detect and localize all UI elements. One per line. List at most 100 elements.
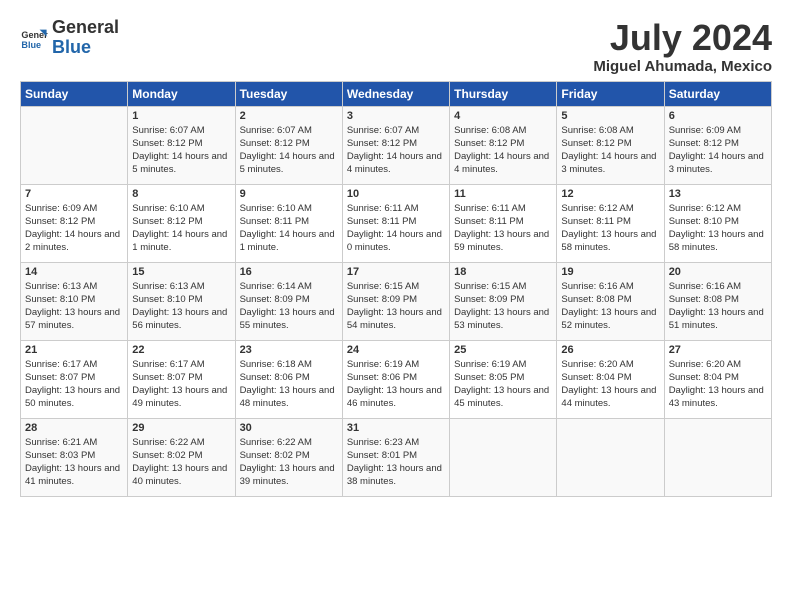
sunset: Sunset: 8:12 PM: [240, 137, 338, 150]
sunset: Sunset: 8:09 PM: [240, 293, 338, 306]
calendar-cell-0-5: 5 Sunrise: 6:08 AM Sunset: 8:12 PM Dayli…: [557, 106, 664, 184]
daylight: Daylight: 13 hours and 45 minutes.: [454, 384, 552, 411]
sunrise: Sunrise: 6:17 AM: [25, 358, 123, 371]
day-info: Sunrise: 6:22 AM Sunset: 8:02 PM Dayligh…: [132, 436, 230, 489]
daylight: Daylight: 13 hours and 40 minutes.: [132, 462, 230, 489]
day-number: 24: [347, 344, 445, 356]
daylight: Daylight: 14 hours and 1 minute.: [132, 228, 230, 255]
day-number: 15: [132, 266, 230, 278]
calendar-cell-4-0: 28 Sunrise: 6:21 AM Sunset: 8:03 PM Dayl…: [21, 418, 128, 496]
day-number: 21: [25, 344, 123, 356]
day-number: 10: [347, 188, 445, 200]
sunset: Sunset: 8:08 PM: [669, 293, 767, 306]
day-info: Sunrise: 6:09 AM Sunset: 8:12 PM Dayligh…: [669, 124, 767, 177]
sunrise: Sunrise: 6:16 AM: [561, 280, 659, 293]
day-number: 7: [25, 188, 123, 200]
location-title: Miguel Ahumada, Mexico: [593, 58, 772, 75]
calendar-cell-1-2: 9 Sunrise: 6:10 AM Sunset: 8:11 PM Dayli…: [235, 184, 342, 262]
daylight: Daylight: 13 hours and 48 minutes.: [240, 384, 338, 411]
header-thursday: Thursday: [450, 81, 557, 106]
sunset: Sunset: 8:08 PM: [561, 293, 659, 306]
day-info: Sunrise: 6:18 AM Sunset: 8:06 PM Dayligh…: [240, 358, 338, 411]
sunset: Sunset: 8:12 PM: [669, 137, 767, 150]
sunset: Sunset: 8:09 PM: [347, 293, 445, 306]
day-info: Sunrise: 6:07 AM Sunset: 8:12 PM Dayligh…: [347, 124, 445, 177]
day-number: 27: [669, 344, 767, 356]
calendar-cell-3-1: 22 Sunrise: 6:17 AM Sunset: 8:07 PM Dayl…: [128, 340, 235, 418]
sunrise: Sunrise: 6:08 AM: [454, 124, 552, 137]
day-number: 4: [454, 110, 552, 122]
day-info: Sunrise: 6:23 AM Sunset: 8:01 PM Dayligh…: [347, 436, 445, 489]
calendar-cell-2-0: 14 Sunrise: 6:13 AM Sunset: 8:10 PM Dayl…: [21, 262, 128, 340]
day-info: Sunrise: 6:13 AM Sunset: 8:10 PM Dayligh…: [25, 280, 123, 333]
sunrise: Sunrise: 6:11 AM: [454, 202, 552, 215]
sunset: Sunset: 8:03 PM: [25, 449, 123, 462]
calendar-cell-2-6: 20 Sunrise: 6:16 AM Sunset: 8:08 PM Dayl…: [664, 262, 771, 340]
sunrise: Sunrise: 6:19 AM: [454, 358, 552, 371]
sunrise: Sunrise: 6:16 AM: [669, 280, 767, 293]
daylight: Daylight: 14 hours and 3 minutes.: [669, 150, 767, 177]
day-info: Sunrise: 6:12 AM Sunset: 8:10 PM Dayligh…: [669, 202, 767, 255]
sunset: Sunset: 8:04 PM: [561, 371, 659, 384]
title-block: July 2024 Miguel Ahumada, Mexico: [593, 18, 772, 75]
sunrise: Sunrise: 6:20 AM: [669, 358, 767, 371]
day-info: Sunrise: 6:11 AM Sunset: 8:11 PM Dayligh…: [454, 202, 552, 255]
day-info: Sunrise: 6:16 AM Sunset: 8:08 PM Dayligh…: [669, 280, 767, 333]
calendar-cell-0-0: [21, 106, 128, 184]
day-number: 13: [669, 188, 767, 200]
calendar-cell-2-2: 16 Sunrise: 6:14 AM Sunset: 8:09 PM Dayl…: [235, 262, 342, 340]
logo-blue: Blue: [52, 38, 119, 58]
sunset: Sunset: 8:10 PM: [669, 215, 767, 228]
sunrise: Sunrise: 6:12 AM: [561, 202, 659, 215]
day-info: Sunrise: 6:07 AM Sunset: 8:12 PM Dayligh…: [132, 124, 230, 177]
day-number: 8: [132, 188, 230, 200]
calendar-table: Sunday Monday Tuesday Wednesday Thursday…: [20, 81, 772, 497]
daylight: Daylight: 14 hours and 1 minute.: [240, 228, 338, 255]
daylight: Daylight: 13 hours and 43 minutes.: [669, 384, 767, 411]
calendar-cell-1-1: 8 Sunrise: 6:10 AM Sunset: 8:12 PM Dayli…: [128, 184, 235, 262]
calendar-cell-0-3: 3 Sunrise: 6:07 AM Sunset: 8:12 PM Dayli…: [342, 106, 449, 184]
day-info: Sunrise: 6:15 AM Sunset: 8:09 PM Dayligh…: [454, 280, 552, 333]
header-tuesday: Tuesday: [235, 81, 342, 106]
sunset: Sunset: 8:09 PM: [454, 293, 552, 306]
sunrise: Sunrise: 6:12 AM: [669, 202, 767, 215]
day-info: Sunrise: 6:10 AM Sunset: 8:12 PM Dayligh…: [132, 202, 230, 255]
main-container: General Blue General Blue July 2024 Migu…: [0, 0, 792, 507]
sunrise: Sunrise: 6:07 AM: [132, 124, 230, 137]
header-friday: Friday: [557, 81, 664, 106]
calendar-cell-0-6: 6 Sunrise: 6:09 AM Sunset: 8:12 PM Dayli…: [664, 106, 771, 184]
sunrise: Sunrise: 6:13 AM: [132, 280, 230, 293]
calendar-cell-0-4: 4 Sunrise: 6:08 AM Sunset: 8:12 PM Dayli…: [450, 106, 557, 184]
day-number: 29: [132, 422, 230, 434]
calendar-cell-1-4: 11 Sunrise: 6:11 AM Sunset: 8:11 PM Dayl…: [450, 184, 557, 262]
calendar-cell-4-2: 30 Sunrise: 6:22 AM Sunset: 8:02 PM Dayl…: [235, 418, 342, 496]
calendar-cell-3-3: 24 Sunrise: 6:19 AM Sunset: 8:06 PM Dayl…: [342, 340, 449, 418]
calendar-cell-1-3: 10 Sunrise: 6:11 AM Sunset: 8:11 PM Dayl…: [342, 184, 449, 262]
day-info: Sunrise: 6:15 AM Sunset: 8:09 PM Dayligh…: [347, 280, 445, 333]
sunset: Sunset: 8:05 PM: [454, 371, 552, 384]
sunrise: Sunrise: 6:23 AM: [347, 436, 445, 449]
daylight: Daylight: 13 hours and 41 minutes.: [25, 462, 123, 489]
calendar-cell-0-2: 2 Sunrise: 6:07 AM Sunset: 8:12 PM Dayli…: [235, 106, 342, 184]
day-number: 23: [240, 344, 338, 356]
daylight: Daylight: 14 hours and 5 minutes.: [132, 150, 230, 177]
calendar-cell-1-6: 13 Sunrise: 6:12 AM Sunset: 8:10 PM Dayl…: [664, 184, 771, 262]
day-info: Sunrise: 6:13 AM Sunset: 8:10 PM Dayligh…: [132, 280, 230, 333]
day-number: 28: [25, 422, 123, 434]
calendar-cell-4-1: 29 Sunrise: 6:22 AM Sunset: 8:02 PM Dayl…: [128, 418, 235, 496]
daylight: Daylight: 13 hours and 50 minutes.: [25, 384, 123, 411]
day-info: Sunrise: 6:20 AM Sunset: 8:04 PM Dayligh…: [561, 358, 659, 411]
day-number: 25: [454, 344, 552, 356]
header-monday: Monday: [128, 81, 235, 106]
daylight: Daylight: 13 hours and 46 minutes.: [347, 384, 445, 411]
sunrise: Sunrise: 6:14 AM: [240, 280, 338, 293]
day-number: 9: [240, 188, 338, 200]
sunset: Sunset: 8:12 PM: [347, 137, 445, 150]
day-number: 2: [240, 110, 338, 122]
calendar-cell-2-4: 18 Sunrise: 6:15 AM Sunset: 8:09 PM Dayl…: [450, 262, 557, 340]
day-number: 22: [132, 344, 230, 356]
day-info: Sunrise: 6:12 AM Sunset: 8:11 PM Dayligh…: [561, 202, 659, 255]
calendar-cell-4-5: [557, 418, 664, 496]
daylight: Daylight: 13 hours and 49 minutes.: [132, 384, 230, 411]
day-info: Sunrise: 6:19 AM Sunset: 8:06 PM Dayligh…: [347, 358, 445, 411]
